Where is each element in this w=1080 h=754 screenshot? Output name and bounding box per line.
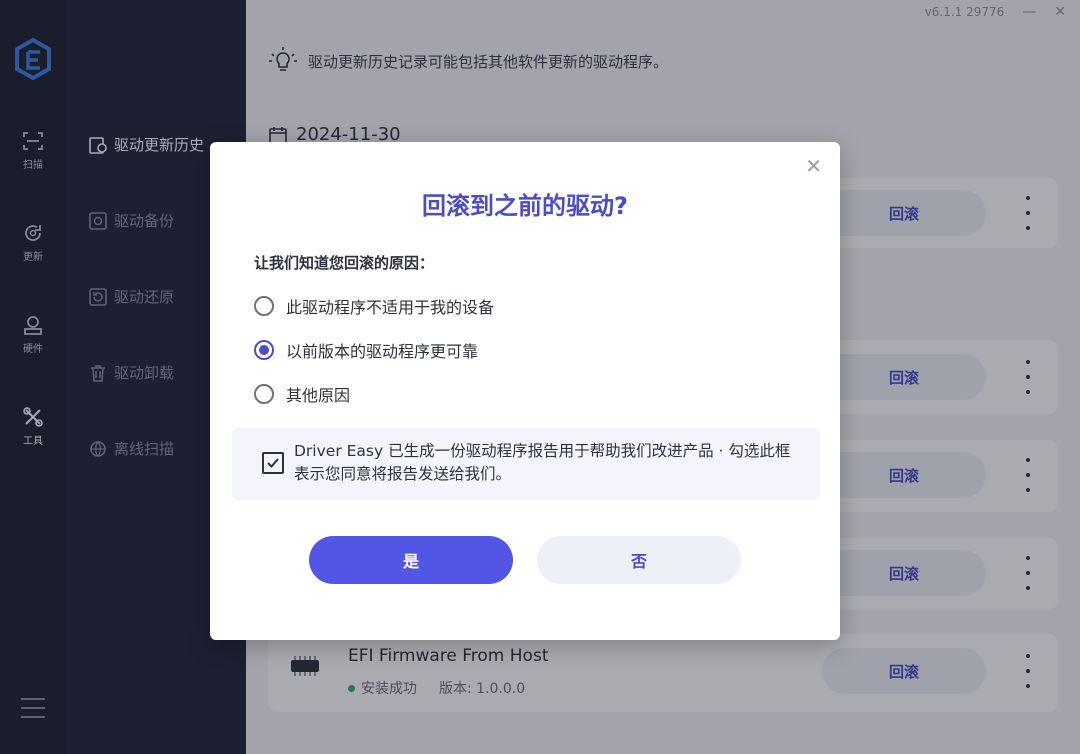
checkmark-icon <box>267 458 279 468</box>
radio-button-checked[interactable] <box>254 340 274 360</box>
radio-button[interactable] <box>254 296 274 316</box>
reason-option-not-suitable[interactable]: 此驱动程序不适用于我的设备 <box>254 294 494 318</box>
radio-button[interactable] <box>254 384 274 404</box>
reason-option-more-reliable[interactable]: 以前版本的驱动程序更可靠 <box>254 338 478 362</box>
consent-text: Driver Easy 已生成一份驱动程序报告用于帮助我们改进产品 · 勾选此框… <box>294 442 791 483</box>
reason-option-other[interactable]: 其他原因 <box>254 382 350 406</box>
dialog-title: 回滚到之前的驱动? <box>422 192 628 220</box>
rollback-dialog: ✕ 回滚到之前的驱动? 让我们知道您回滚的原因： 此驱动程序不适用于我的设备 以… <box>210 142 840 640</box>
option-label: 以前版本的驱动程序更可靠 <box>286 342 479 361</box>
option-label: 此驱动程序不适用于我的设备 <box>286 298 495 317</box>
yes-button[interactable]: 是 <box>309 536 513 584</box>
consent-box: Driver Easy 已生成一份驱动程序报告用于帮助我们改进产品 · 勾选此框… <box>232 428 820 500</box>
option-label: 其他原因 <box>286 386 351 405</box>
consent-checkbox[interactable] <box>262 452 284 474</box>
close-icon[interactable]: ✕ <box>805 154 822 178</box>
no-button[interactable]: 否 <box>537 536 741 584</box>
reason-label: 让我们知道您回滚的原因： <box>254 254 435 272</box>
